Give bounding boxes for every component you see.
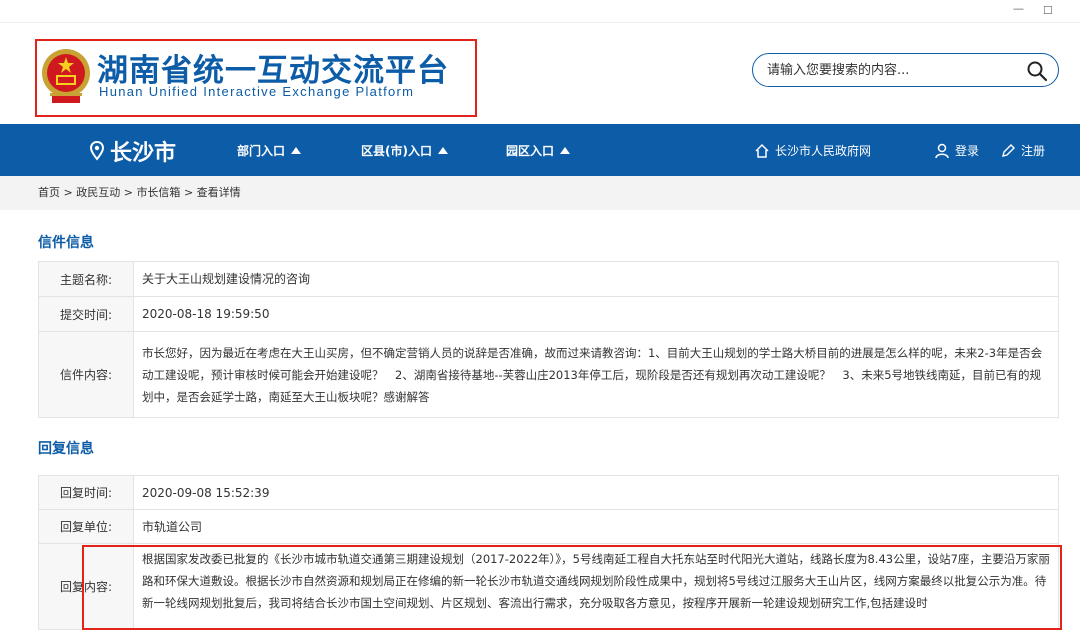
caret-up-icon xyxy=(560,147,571,154)
breadcrumb-separator: > xyxy=(63,186,73,199)
table-row: 信件内容: 市长您好，因为最近在考虑在大王山买房，但不确定营销人员的说辞是否准确… xyxy=(38,331,1059,418)
reply-time-value: 2020-09-08 15:52:39 xyxy=(133,475,1059,510)
breadcrumb-home[interactable]: 首页 xyxy=(38,186,60,199)
site-header: 湖南省统一互动交流平台 Hunan Unified Interactive Ex… xyxy=(0,22,1080,124)
breadcrumb-current: 查看详情 xyxy=(196,186,241,199)
window-titlebar: — ☐ xyxy=(0,0,1080,22)
table-row: 回复单位: 市轨道公司 xyxy=(38,509,1059,544)
breadcrumb-mailbox[interactable]: 市长信箱 xyxy=(136,186,180,199)
site-logo[interactable]: 湖南省统一互动交流平台 Hunan Unified Interactive Ex… xyxy=(35,39,477,117)
reply-content-label: 回复内容: xyxy=(38,543,134,630)
breadcrumb-separator: > xyxy=(123,186,133,199)
caret-up-icon xyxy=(291,147,302,154)
site-title-en: Hunan Unified Interactive Exchange Platf… xyxy=(99,84,415,99)
national-emblem-icon xyxy=(42,49,90,103)
pencil-icon xyxy=(1002,143,1015,157)
login-link[interactable]: 登录 xyxy=(934,142,979,159)
table-row: 回复时间: 2020-09-08 15:52:39 xyxy=(38,475,1059,510)
maximize-icon[interactable]: ☐ xyxy=(1043,4,1053,17)
table-row: 回复内容: 根据国家发改委已批复的《长沙市城市轨道交通第三期建设规划（2017-… xyxy=(38,543,1059,630)
submit-time-value: 2020-08-18 19:59:50 xyxy=(133,296,1059,332)
nav-district-entry[interactable]: 区县(市)入口 xyxy=(361,142,448,159)
login-label: 登录 xyxy=(955,144,980,158)
letter-content-label: 信件内容: xyxy=(38,331,134,418)
register-label: 注册 xyxy=(1021,144,1046,158)
nav-item-label: 区县(市)入口 xyxy=(361,144,432,158)
subject-label: 主题名称: xyxy=(38,261,134,297)
reply-info-table: 回复时间: 2020-09-08 15:52:39 回复单位: 市轨道公司 回复… xyxy=(38,475,1059,630)
reply-section-title: 回复信息 xyxy=(38,441,94,457)
reply-unit-value: 市轨道公司 xyxy=(133,509,1059,544)
table-row: 主题名称: 关于大王山规划建设情况的咨询 xyxy=(38,261,1059,297)
nav-item-label: 园区入口 xyxy=(506,144,555,158)
nav-park-entry[interactable]: 园区入口 xyxy=(506,142,571,159)
nav-item-label: 部门入口 xyxy=(237,144,286,158)
letter-content-value: 市长您好，因为最近在考虑在大王山买房，但不确定营销人员的说辞是否准确，故而过来请… xyxy=(133,331,1059,418)
reply-unit-label: 回复单位: xyxy=(38,509,134,544)
gov-site-link[interactable]: 长沙市人民政府网 xyxy=(754,142,871,159)
letter-info-table: 主题名称: 关于大王山规划建设情况的咨询 提交时间: 2020-08-18 19… xyxy=(38,261,1059,418)
minimize-icon[interactable]: — xyxy=(1013,2,1024,15)
subject-value: 关于大王山规划建设情况的咨询 xyxy=(133,261,1059,297)
table-row: 提交时间: 2020-08-18 19:59:50 xyxy=(38,296,1059,332)
reply-content-value: 根据国家发改委已批复的《长沙市城市轨道交通第三期建设规划（2017-2022年）… xyxy=(133,543,1059,630)
main-nav: 长沙市 部门入口 区县(市)入口 园区入口 长沙市人民政府网 登录 注册 xyxy=(0,124,1080,176)
search-icon[interactable] xyxy=(1026,60,1048,82)
nav-city-label: 长沙市 xyxy=(110,141,177,166)
location-pin-icon xyxy=(90,141,104,161)
gov-site-label: 长沙市人民政府网 xyxy=(775,144,872,158)
letter-section-title: 信件信息 xyxy=(38,235,94,251)
breadcrumb-separator: > xyxy=(183,186,194,199)
caret-up-icon xyxy=(437,147,448,154)
reply-time-label: 回复时间: xyxy=(38,475,134,510)
breadcrumb: 首页 > 政民互动 > 市长信箱 > 查看详情 xyxy=(0,176,1080,210)
nav-department-entry[interactable]: 部门入口 xyxy=(237,142,302,159)
nav-city[interactable]: 长沙市 xyxy=(90,135,176,167)
submit-time-label: 提交时间: xyxy=(38,296,134,332)
home-icon xyxy=(755,143,769,158)
search-input[interactable] xyxy=(767,60,1017,80)
search-box xyxy=(752,53,1059,87)
breadcrumb-interaction[interactable]: 政民互动 xyxy=(76,186,120,199)
user-icon xyxy=(935,143,949,158)
register-link[interactable]: 注册 xyxy=(1000,142,1045,159)
